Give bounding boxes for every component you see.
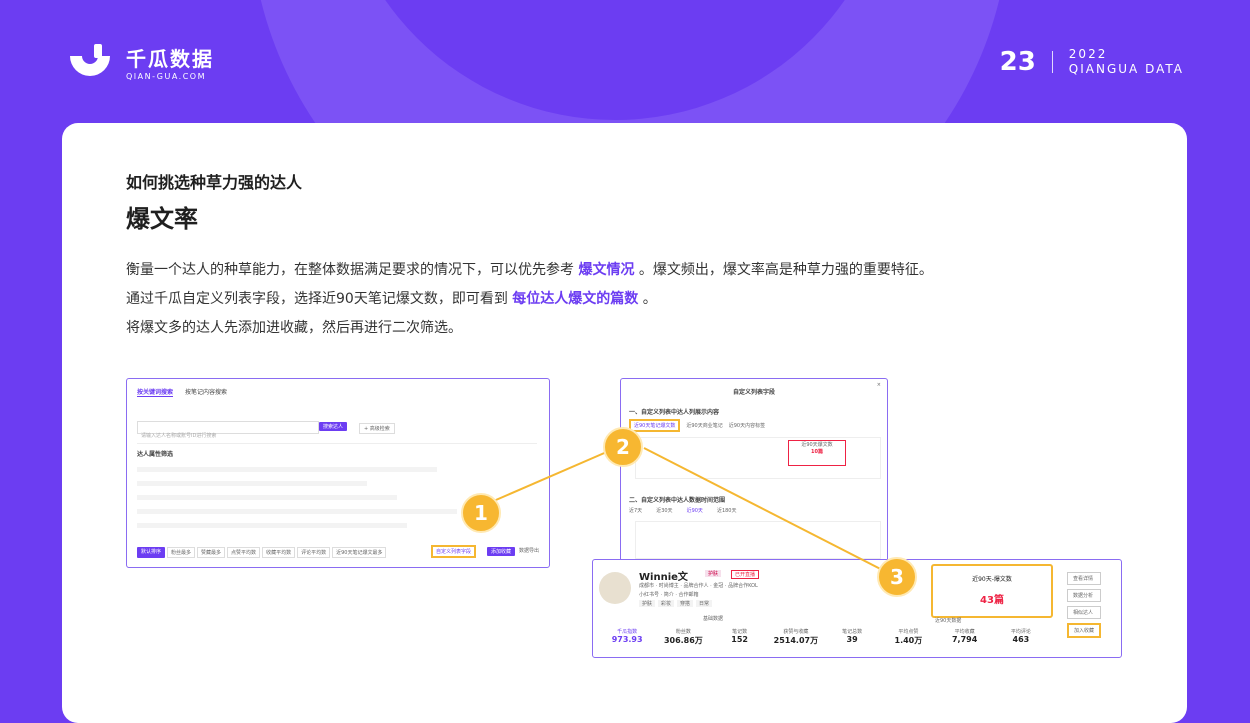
qiangua-logo-icon [64, 42, 116, 86]
brand-logo: 千瓜数据 QIAN-GUA.COM [64, 42, 214, 86]
callout-2: 2 [603, 427, 643, 467]
callout-1: 1 [461, 493, 501, 533]
year: 2022 [1068, 47, 1108, 61]
page-number-block: 23 2022 QIANGUA DATA [1000, 47, 1184, 77]
callout-3: 3 [877, 557, 917, 597]
divider [1051, 51, 1053, 73]
content-card: 如何挑选种草力强的达人 爆文率 衡量一个达人的种草能力，在整体数据满足要求的情况… [62, 123, 1187, 723]
connector-lines [481, 440, 899, 579]
page-number: 23 [999, 47, 1036, 77]
brand-sub: QIAN-GUA.COM [126, 71, 207, 81]
brand-name: 千瓜数据 [126, 46, 214, 71]
org-name: QIANGUA DATA [1068, 62, 1184, 76]
